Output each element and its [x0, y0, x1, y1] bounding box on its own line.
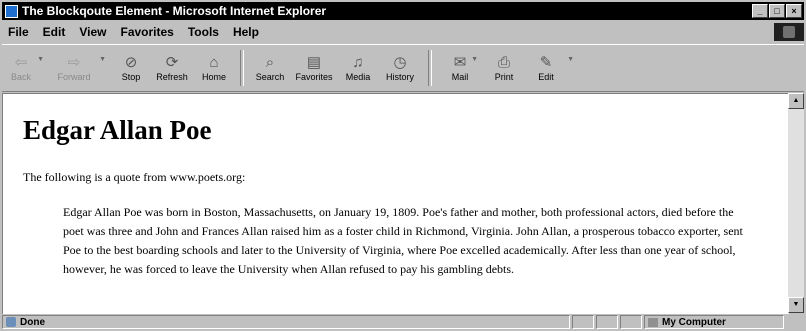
edit-label: Edit	[538, 72, 554, 82]
menu-file[interactable]: File	[2, 25, 36, 39]
forward-label: Forward	[57, 72, 91, 82]
refresh-label: Refresh	[156, 72, 188, 82]
mail-label: Mail	[451, 72, 469, 82]
favorites-icon: ▤	[306, 54, 322, 71]
page-done-icon	[6, 317, 16, 327]
mail-dropdown-icon[interactable]: ▼	[471, 56, 478, 63]
media-label: Media	[345, 72, 371, 82]
scroll-down-button[interactable]: ▼	[788, 297, 804, 313]
menu-help[interactable]: Help	[226, 25, 266, 39]
edit-button[interactable]: ✎ Edit ▼	[526, 46, 574, 90]
menu-favorites[interactable]: Favorites	[113, 25, 180, 39]
home-button[interactable]: ⌂ Home	[194, 46, 234, 90]
print-label: Print	[494, 72, 514, 82]
page-heading: Edgar Allan Poe	[23, 115, 212, 145]
maximize-button[interactable]: □	[769, 4, 785, 18]
computer-icon	[648, 317, 658, 327]
mail-button[interactable]: ✉ Mail ▼	[438, 46, 482, 90]
status-panel	[572, 315, 594, 329]
menu-edit[interactable]: Edit	[36, 25, 73, 39]
security-zone-panel: My Computer	[644, 315, 784, 329]
search-button[interactable]: ⌕ Search	[250, 46, 290, 90]
title-bar[interactable]: The Blockqoute Element - Microsoft Inter…	[2, 2, 804, 20]
mail-icon: ✉	[453, 54, 467, 71]
menu-tools[interactable]: Tools	[181, 25, 226, 39]
forward-button[interactable]: ⇨ Forward ▼	[46, 46, 106, 90]
back-dropdown-icon[interactable]: ▼	[37, 56, 44, 63]
print-button[interactable]: ⎙ Print	[482, 46, 526, 90]
media-icon: ♫	[352, 54, 364, 71]
stop-button[interactable]: ⊘ Stop	[112, 46, 150, 90]
edit-icon: ✎	[539, 54, 553, 71]
vertical-scrollbar[interactable]: ▲ ▼	[788, 93, 804, 313]
home-icon: ⌂	[209, 54, 219, 71]
window-title: The Blockqoute Element - Microsoft Inter…	[22, 4, 327, 18]
toolbar-separator	[240, 50, 244, 86]
page-viewport[interactable]: Edgar Allan Poe The following is a quote…	[2, 93, 789, 314]
menu-view[interactable]: View	[72, 25, 113, 39]
back-button[interactable]: ⇦ Back ▼	[2, 46, 44, 90]
media-button[interactable]: ♫ Media	[338, 46, 378, 90]
status-panel	[596, 315, 618, 329]
home-label: Home	[201, 72, 226, 82]
windows-logo-icon	[774, 23, 804, 41]
intro-text: The following is a quote from www.poets.…	[23, 170, 246, 184]
minimize-button[interactable]: _	[752, 4, 768, 18]
page-content: Edgar Allan Poe The following is a quote…	[3, 114, 789, 279]
forward-dropdown-icon[interactable]: ▼	[99, 56, 106, 63]
security-zone-text: My Computer	[662, 316, 726, 328]
favorites-button[interactable]: ▤ Favorites	[290, 46, 338, 90]
menu-bar: File Edit View Favorites Tools Help	[2, 22, 804, 42]
status-bar: Done My Computer	[2, 314, 804, 330]
standard-toolbar: ⇦ Back ▼ ⇨ Forward ▼ ⊘ Stop ⟳ Refresh ⌂ …	[2, 44, 804, 92]
stop-label: Stop	[121, 72, 141, 82]
browser-window: The Blockqoute Element - Microsoft Inter…	[0, 0, 806, 331]
window-controls: _ □ ×	[752, 4, 802, 18]
search-label: Search	[255, 72, 285, 82]
history-icon: ◷	[393, 54, 407, 71]
history-label: History	[385, 72, 414, 82]
status-text: Done	[20, 316, 45, 328]
refresh-icon: ⟳	[165, 54, 179, 71]
search-icon: ⌕	[265, 54, 275, 71]
back-arrow-icon: ⇦	[14, 54, 28, 71]
print-icon: ⎙	[497, 54, 510, 71]
toolbar-separator	[428, 50, 432, 86]
stop-icon: ⊘	[124, 54, 138, 71]
status-main-panel: Done	[2, 315, 570, 329]
scroll-up-button[interactable]: ▲	[788, 93, 804, 109]
edit-dropdown-icon[interactable]: ▼	[567, 56, 574, 63]
back-label: Back	[10, 72, 31, 82]
favorites-label: Favorites	[295, 72, 333, 82]
history-button[interactable]: ◷ History	[378, 46, 422, 90]
refresh-button[interactable]: ⟳ Refresh	[150, 46, 194, 90]
blockquote: Edgar Allan Poe was born in Boston, Mass…	[63, 205, 743, 276]
status-panel	[620, 315, 642, 329]
close-button[interactable]: ×	[786, 4, 802, 18]
ie-app-icon[interactable]	[5, 4, 18, 18]
forward-arrow-icon: ⇨	[67, 54, 81, 71]
